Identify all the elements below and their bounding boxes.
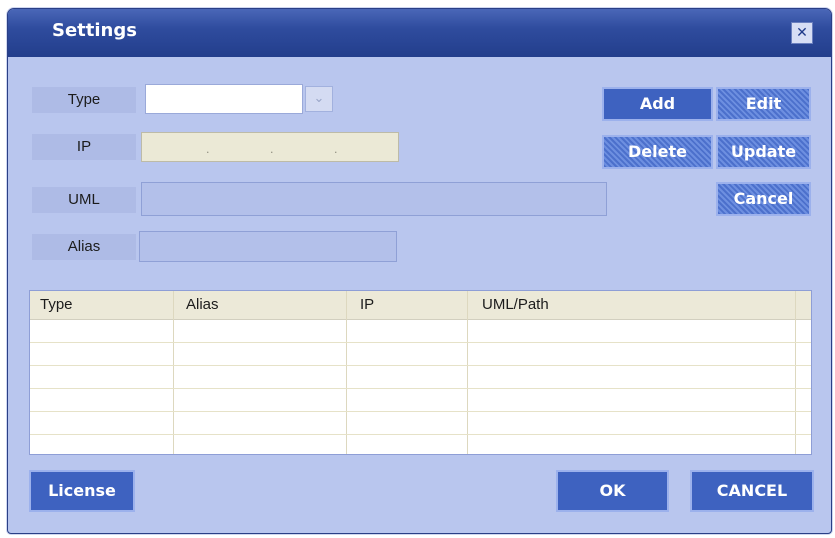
type-label: Type bbox=[32, 87, 136, 113]
empty-row-line bbox=[30, 342, 811, 343]
chevron-down-icon[interactable]: ⌄ bbox=[305, 86, 333, 112]
table-header: Type Alias IP UML/Path bbox=[30, 291, 811, 320]
edit-button[interactable]: Edit bbox=[716, 87, 811, 121]
column-header-alias[interactable]: Alias bbox=[173, 291, 346, 319]
uml-label: UML bbox=[32, 187, 136, 213]
add-button[interactable]: Add bbox=[602, 87, 713, 121]
ip-field[interactable]: . . . bbox=[141, 132, 399, 162]
empty-row-line bbox=[30, 365, 811, 366]
alias-field[interactable] bbox=[139, 231, 397, 262]
empty-row-line bbox=[30, 434, 811, 435]
column-header-uml-path[interactable]: UML/Path bbox=[467, 291, 795, 319]
empty-row-line bbox=[30, 411, 811, 412]
dialog-title: Settings bbox=[52, 20, 137, 41]
column-divider bbox=[467, 291, 468, 454]
ip-separator-dot: . bbox=[334, 143, 338, 156]
empty-row-line bbox=[30, 388, 811, 389]
delete-button[interactable]: Delete bbox=[602, 135, 713, 169]
entries-table[interactable]: Type Alias IP UML/Path bbox=[29, 290, 812, 455]
column-divider bbox=[346, 291, 347, 454]
alias-label: Alias bbox=[32, 234, 136, 260]
column-divider bbox=[173, 291, 174, 454]
settings-dialog: Settings ✕ Type IP UML Alias ⌄ . . . Add… bbox=[7, 8, 832, 534]
ok-button[interactable]: OK bbox=[556, 470, 669, 512]
column-header-type[interactable]: Type bbox=[30, 291, 173, 319]
ip-separator-dot: . bbox=[270, 143, 274, 156]
uml-field[interactable] bbox=[141, 182, 607, 216]
close-icon[interactable]: ✕ bbox=[791, 22, 813, 44]
type-select[interactable] bbox=[145, 84, 303, 114]
column-header-ip[interactable]: IP bbox=[346, 291, 467, 319]
cancel-edit-button[interactable]: Cancel bbox=[716, 182, 811, 216]
update-button[interactable]: Update bbox=[716, 135, 811, 169]
title-bar[interactable]: Settings ✕ bbox=[8, 9, 831, 57]
cancel-button[interactable]: CANCEL bbox=[690, 470, 814, 512]
column-divider bbox=[795, 291, 796, 454]
ip-label: IP bbox=[32, 134, 136, 160]
ip-separator-dot: . bbox=[206, 143, 210, 156]
license-button[interactable]: License bbox=[29, 470, 135, 512]
